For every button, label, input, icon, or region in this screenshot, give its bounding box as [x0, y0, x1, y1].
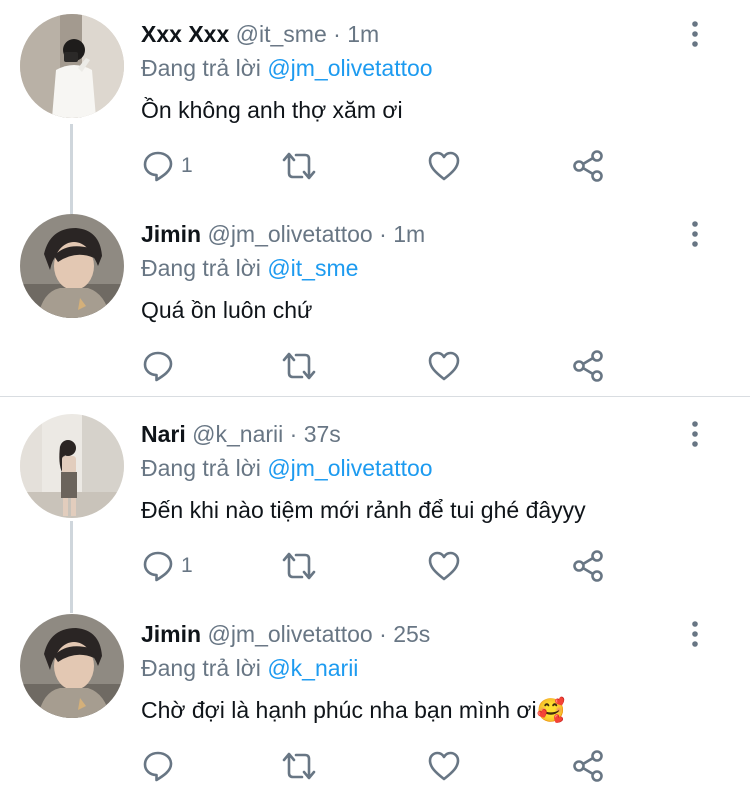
tweet-text: Chờ đợi là hạnh phúc nha bạn mình ơi🥰 — [141, 697, 566, 723]
avatar[interactable] — [20, 14, 124, 118]
share-icon — [573, 350, 603, 382]
replying-to: Đang trả lời @it_sme — [141, 254, 358, 282]
more-icon[interactable] — [683, 220, 707, 248]
more-icon[interactable] — [683, 420, 707, 448]
replying-to: Đang trả lời @k_narii — [141, 654, 358, 682]
like-icon — [428, 751, 460, 781]
mention-link[interactable]: @k_narii — [267, 655, 358, 681]
header-separator: · — [333, 21, 341, 47]
tweet-text: Đến khi nào tiệm mới rảnh để tui ghé đây… — [141, 497, 586, 523]
reply-button[interactable]: 1 — [141, 548, 193, 584]
tweet[interactable]: Jimin @jm_olivetattoo · 25s Đang trả lời… — [0, 600, 750, 800]
share-button[interactable] — [571, 748, 605, 784]
share-icon — [573, 750, 603, 782]
reply-count: 1 — [181, 554, 193, 577]
replying-prefix: Đang trả lời — [141, 455, 261, 481]
retweet-button[interactable] — [281, 148, 317, 184]
retweet-button[interactable] — [281, 348, 317, 384]
more-icon[interactable] — [683, 20, 707, 48]
retweet-button[interactable] — [281, 548, 317, 584]
display-name[interactable]: Jimin — [141, 221, 201, 247]
share-icon — [573, 150, 603, 182]
mention-link[interactable]: @jm_olivetattoo — [267, 55, 432, 81]
replying-prefix: Đang trả lời — [141, 255, 261, 281]
header-separator: · — [379, 621, 387, 647]
tweet-actions: 1 — [141, 548, 621, 584]
reply-count: 1 — [181, 154, 193, 177]
avatar-full-body — [20, 414, 124, 518]
mention-link[interactable]: @it_sme — [267, 255, 358, 281]
tweet-header: Jimin @jm_olivetattoo · 25s — [141, 620, 430, 648]
reply-icon — [143, 751, 173, 782]
reply-button[interactable] — [141, 748, 181, 784]
like-button[interactable] — [427, 148, 461, 184]
avatar[interactable] — [20, 614, 124, 718]
user-handle[interactable]: @k_narii — [192, 421, 283, 447]
like-button[interactable] — [427, 548, 461, 584]
avatar[interactable] — [20, 214, 124, 318]
share-button[interactable] — [571, 548, 605, 584]
reply-icon — [143, 551, 173, 582]
tweet-text: Ồn không anh thợ xăm ơi — [141, 97, 403, 123]
tweet-header: Jimin @jm_olivetattoo · 1m — [141, 220, 425, 248]
timestamp[interactable]: 37s — [304, 421, 341, 447]
user-handle[interactable]: @jm_olivetattoo — [207, 221, 372, 247]
display-name[interactable]: Nari — [141, 421, 186, 447]
thread-2: Nari @k_narii · 37s Đang trả lời @jm_oli… — [0, 397, 750, 806]
retweet-button[interactable] — [281, 748, 317, 784]
reply-icon — [143, 151, 173, 182]
retweet-icon — [282, 752, 316, 780]
retweet-icon — [282, 552, 316, 580]
user-handle[interactable]: @jm_olivetattoo — [207, 621, 372, 647]
timestamp[interactable]: 1m — [393, 221, 425, 247]
mention-link[interactable]: @jm_olivetattoo — [267, 455, 432, 481]
tweet-header: Nari @k_narii · 37s — [141, 420, 341, 448]
like-icon — [428, 551, 460, 581]
tweet-text: Quá ồn luôn chứ — [141, 297, 313, 323]
avatar-portrait — [20, 614, 124, 718]
timestamp[interactable]: 25s — [393, 621, 430, 647]
replying-prefix: Đang trả lời — [141, 55, 261, 81]
tweet-actions — [141, 348, 621, 384]
tweet-actions — [141, 748, 621, 784]
tweet[interactable]: Xxx Xxx @it_sme · 1m Đang trả lời @jm_ol… — [0, 0, 750, 200]
more-icon[interactable] — [683, 620, 707, 648]
reply-button[interactable]: 1 — [141, 148, 193, 184]
header-separator: · — [379, 221, 387, 247]
reply-icon — [143, 351, 173, 382]
tweet-actions: 1 — [141, 148, 621, 184]
retweet-icon — [282, 352, 316, 380]
tweet[interactable]: Nari @k_narii · 37s Đang trả lời @jm_oli… — [0, 400, 750, 600]
like-icon — [428, 151, 460, 181]
share-button[interactable] — [571, 148, 605, 184]
avatar-mirror-selfie — [20, 14, 124, 118]
replying-prefix: Đang trả lời — [141, 655, 261, 681]
like-button[interactable] — [427, 748, 461, 784]
user-handle[interactable]: @it_sme — [236, 21, 327, 47]
like-icon — [428, 351, 460, 381]
replying-to: Đang trả lời @jm_olivetattoo — [141, 454, 433, 482]
reply-button[interactable] — [141, 348, 181, 384]
thread-1: Xxx Xxx @it_sme · 1m Đang trả lời @jm_ol… — [0, 0, 750, 396]
display-name[interactable]: Xxx Xxx — [141, 21, 229, 47]
replying-to: Đang trả lời @jm_olivetattoo — [141, 54, 433, 82]
header-separator: · — [289, 421, 298, 447]
tweet-header: Xxx Xxx @it_sme · 1m — [141, 20, 379, 48]
share-button[interactable] — [571, 348, 605, 384]
tweet[interactable]: Jimin @jm_olivetattoo · 1m Đang trả lời … — [0, 200, 750, 400]
timestamp[interactable]: 1m — [347, 21, 379, 47]
retweet-icon — [282, 152, 316, 180]
display-name[interactable]: Jimin — [141, 621, 201, 647]
avatar-portrait — [20, 214, 124, 318]
like-button[interactable] — [427, 348, 461, 384]
avatar[interactable] — [20, 414, 124, 518]
share-icon — [573, 550, 603, 582]
